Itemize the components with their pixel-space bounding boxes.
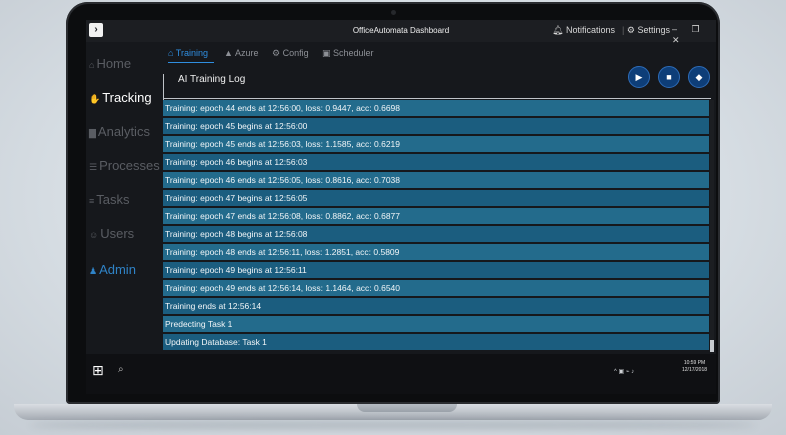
separator: | — [622, 25, 625, 35]
calendar-icon: ▣ — [322, 48, 331, 58]
screen: › OfficeAutomata Dashboard 🔔︎ Notificati… — [86, 20, 716, 394]
sidebar-item-analytics[interactable]: ▇ Analytics — [89, 124, 150, 139]
home-icon: ⌂ — [89, 60, 95, 70]
bell-icon: 🔔︎ — [552, 25, 564, 35]
log-entry: Training: epoch 47 ends at 12:56:08, los… — [163, 208, 709, 224]
admin-icon: ♟ — [89, 266, 98, 276]
log-frame-left — [163, 74, 164, 100]
azure-icon: ▲ — [224, 48, 233, 58]
home-icon: ⌂ — [168, 48, 174, 58]
sidebar-item-admin[interactable]: ♟ Admin — [89, 262, 136, 277]
log-entry: Training: epoch 45 ends at 12:56:03, los… — [163, 136, 709, 152]
log-entry: Training: epoch 49 ends at 12:56:14, los… — [163, 280, 709, 296]
sidebar-item-label: Home — [96, 56, 132, 71]
log-entry: Training: epoch 49 begins at 12:56:11 — [163, 262, 709, 278]
taskbar: ⊞ ⌕ ^ ▣ ⌁ ♪ 10:59 PM 12/17/2018 — [86, 354, 716, 394]
log-list[interactable]: Training: epoch 44 ends at 12:56:00, los… — [163, 100, 709, 352]
eraser-icon: ◆ — [695, 72, 703, 82]
laptop-shadow — [30, 420, 756, 430]
log-entry: Training ends at 12:56:14 — [163, 298, 709, 314]
tab-label: Training — [175, 48, 208, 58]
users-icon: ☺ — [89, 230, 99, 240]
title-bar: › OfficeAutomata Dashboard 🔔︎ Notificati… — [86, 20, 716, 45]
log-entry: Training: epoch 48 ends at 12:56:11, los… — [163, 244, 709, 260]
notifications-button[interactable]: 🔔︎ Notifications — [552, 25, 615, 36]
notifications-label: Notifications — [565, 25, 615, 35]
laptop-base — [14, 404, 772, 420]
taskbar-clock[interactable]: 10:59 PM 12/17/2018 — [682, 360, 707, 374]
play-icon: ▶ — [635, 72, 643, 82]
clear-button[interactable]: ◆ — [688, 66, 710, 88]
clock-date: 12/17/2018 — [682, 367, 708, 373]
log-scrollbar[interactable] — [710, 100, 714, 352]
search-icon[interactable]: ⌕ — [118, 364, 124, 375]
sidebar-item-label: Analytics — [97, 124, 150, 139]
sidebar-item-processes[interactable]: ☰ Processes — [89, 158, 160, 173]
tab-azure[interactable]: ▲ Azure — [224, 48, 258, 58]
stop-button[interactable]: ■ — [658, 66, 680, 88]
sidebar-item-label: Tasks — [96, 192, 130, 207]
sidebar-item-tracking[interactable]: ✋ Tracking — [89, 90, 152, 105]
log-entry: Training: epoch 46 ends at 12:56:05, los… — [163, 172, 709, 188]
tasks-icon: ≡ — [89, 196, 95, 206]
tab-config[interactable]: ⚙ Config — [272, 48, 309, 59]
log-entry: Predecting Task 1 — [163, 316, 709, 332]
window-controls[interactable]: – ❐ ✕ — [672, 24, 716, 46]
system-tray[interactable]: ^ ▣ ⌁ ♪ — [614, 368, 634, 375]
sidebar-item-users[interactable]: ☺ Users — [89, 226, 134, 241]
sidebar-item-label: Users — [100, 226, 135, 241]
tab-training[interactable]: ⌂ Training — [168, 48, 214, 63]
processes-icon: ☰ — [89, 162, 98, 172]
camera — [391, 10, 396, 15]
tracking-icon: ✋ — [89, 94, 101, 104]
log-frame-bottom — [163, 98, 711, 99]
gear-icon: ⚙ — [626, 25, 635, 35]
windows-start-icon[interactable]: ⊞ — [92, 362, 104, 379]
log-title: AI Training Log — [178, 74, 246, 85]
gear-icon: ⚙ — [272, 48, 281, 58]
log-entry: Training: epoch 46 begins at 12:56:03 — [163, 154, 709, 170]
log-entry: Updating Database: Task 1 — [163, 334, 709, 350]
tab-label: Config — [282, 48, 309, 58]
analytics-icon: ▇ — [89, 128, 96, 138]
clock-time: 10:59 PM — [683, 360, 706, 366]
tab-scheduler[interactable]: ▣ Scheduler — [322, 48, 374, 59]
tab-label: Azure — [234, 48, 259, 58]
settings-button[interactable]: | ⚙ Settings — [622, 25, 670, 36]
sidebar-item-label: Tracking — [102, 90, 152, 105]
stop-icon: ■ — [666, 72, 672, 82]
log-entry: Training: epoch 47 begins at 12:56:05 — [163, 190, 709, 206]
log-entry: Training: epoch 45 begins at 12:56:00 — [163, 118, 709, 134]
play-button[interactable]: ▶ — [628, 66, 650, 88]
scrollbar-thumb[interactable] — [710, 340, 714, 352]
tab-label: Scheduler — [333, 48, 374, 58]
laptop-notch — [357, 404, 457, 412]
sidebar-item-tasks[interactable]: ≡ Tasks — [89, 192, 130, 207]
sidebar: ⌂ Home ✋ Tracking ▇ Analytics ☰ Processes ≡ T… — [86, 42, 160, 354]
sidebar-item-label: Processes — [99, 158, 160, 173]
sidebar-item-label: Admin — [99, 262, 136, 277]
sidebar-item-home[interactable]: ⌂ Home — [89, 56, 131, 71]
log-entry: Training: epoch 44 ends at 12:56:00, los… — [163, 100, 709, 116]
tab-active-indicator — [168, 62, 214, 63]
log-entry: Training: epoch 48 begins at 12:56:08 — [163, 226, 709, 242]
settings-label: Settings — [637, 25, 670, 35]
